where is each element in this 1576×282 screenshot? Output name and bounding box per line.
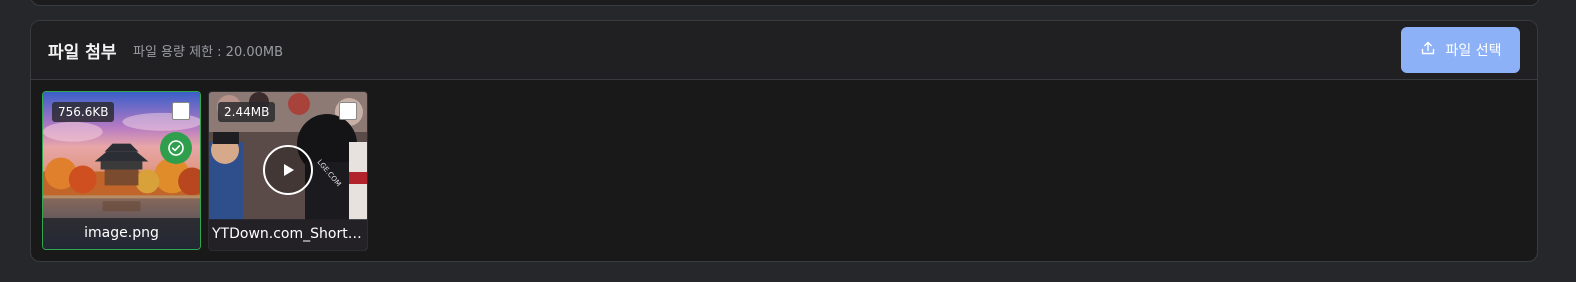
upload-icon	[1420, 40, 1436, 60]
play-icon[interactable]	[263, 145, 313, 195]
file-select-button[interactable]: 파일 선택	[1401, 27, 1520, 73]
file-select-checkbox[interactable]	[172, 102, 190, 120]
file-size-badge: 2.44MB	[218, 102, 276, 122]
file-name: image.png	[43, 218, 200, 249]
file-tile-video[interactable]: LGE.COM 2.44MB YTDown.com_Shorts...	[208, 91, 368, 251]
file-tile-image[interactable]: 756.6KB image.png	[42, 91, 201, 250]
file-size-badge: 756.6KB	[52, 102, 115, 122]
panel-header: 파일 첨부 파일 용량 제한 : 20.00MB 파일 선택	[31, 21, 1537, 80]
panel-title: 파일 첨부	[48, 43, 117, 63]
previous-panel-edge	[30, 0, 1540, 6]
file-select-checkbox[interactable]	[339, 102, 357, 120]
file-select-button-label: 파일 선택	[1445, 43, 1502, 59]
file-attachment-panel: 파일 첨부 파일 용량 제한 : 20.00MB 파일 선택 756.6KB i…	[30, 20, 1538, 262]
file-size-limit-text: 파일 용량 제한 : 20.00MB	[133, 45, 284, 60]
check-circle-icon	[160, 132, 192, 164]
file-name: YTDown.com_Shorts...	[209, 219, 367, 250]
